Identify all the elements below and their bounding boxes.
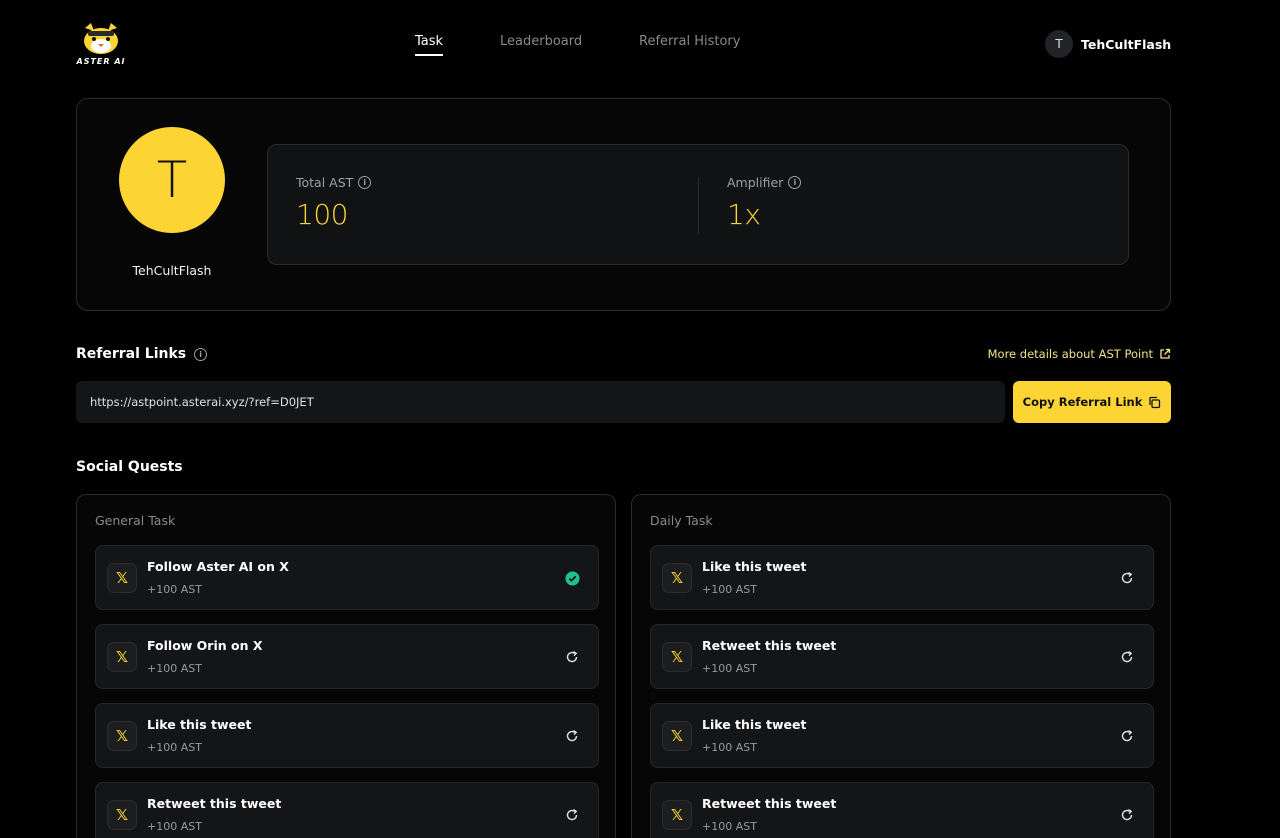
task-reward: +100 AST (702, 583, 757, 596)
task-title: Like this tweet (147, 717, 252, 732)
info-icon[interactable]: i (358, 176, 372, 189)
task-reward: +100 AST (147, 583, 202, 596)
task-row[interactable]: 𝕏 Like this tweet +100 AST (650, 545, 1154, 610)
logo-text: ASTER AI (76, 57, 126, 66)
daily-task-panel: Daily Task 𝕏 Like this tweet +100 AST 𝕏 Retw… (631, 494, 1171, 838)
task-title: Retweet this tweet (702, 638, 837, 653)
task-title: Like this tweet (702, 559, 807, 574)
daily-task-title: Daily Task (650, 513, 713, 528)
user-menu[interactable]: T TehCultFlash (1045, 30, 1171, 58)
refresh-icon[interactable] (1119, 728, 1135, 744)
task-row[interactable]: 𝕏 Retweet this tweet +100 AST (650, 782, 1154, 838)
referral-url-field[interactable]: https://astpoint.asterai.xyz/?ref=D0JET (76, 381, 1005, 423)
user-avatar: T (1045, 30, 1073, 58)
referral-links-heading: Referral Links i (76, 346, 208, 362)
task-row[interactable]: 𝕏 Retweet this tweet +100 AST (95, 782, 599, 838)
task-title: Follow Orin on X (147, 638, 263, 653)
x-logo-icon: 𝕏 (107, 721, 137, 751)
stat-label-amplifier: Amplifier (727, 175, 784, 190)
stat-label-total-ast: Total AST (296, 175, 354, 190)
refresh-icon[interactable] (564, 728, 580, 744)
info-icon[interactable]: i (194, 347, 208, 361)
more-details-link[interactable]: More details about AST Point (988, 347, 1171, 361)
stat-value-total-ast: 100 (296, 198, 348, 231)
user-name: TehCultFlash (1081, 36, 1172, 52)
referral-links-title: Referral Links (76, 346, 187, 362)
nav-tab-task[interactable]: Task (415, 34, 444, 56)
copy-referral-button[interactable]: Copy Referral Link (1013, 381, 1171, 423)
nav-tab-referral-history[interactable]: Referral History (639, 34, 740, 49)
nav-tab-leaderboard[interactable]: Leaderboard (500, 34, 582, 49)
task-reward: +100 AST (147, 820, 202, 833)
refresh-icon[interactable] (1119, 570, 1135, 586)
profile-avatar: T (119, 127, 225, 233)
x-logo-icon: 𝕏 (662, 800, 692, 830)
stat-divider (698, 177, 699, 233)
info-icon[interactable]: i (788, 176, 802, 189)
page: ASTER AI Task Leaderboard Referral Histo… (0, 0, 1280, 838)
social-quests-heading: Social Quests (76, 459, 183, 475)
more-details-label: More details about AST Point (987, 347, 1153, 361)
x-logo-icon: 𝕏 (662, 563, 692, 593)
task-reward: +100 AST (147, 741, 202, 754)
header: ASTER AI Task Leaderboard Referral Histo… (0, 0, 1280, 88)
task-reward: +100 AST (702, 662, 757, 675)
profile-card: T TehCultFlash Total AST i 100 Amplifier… (76, 98, 1171, 311)
general-task-title: General Task (95, 513, 176, 528)
task-row[interactable]: 𝕏 Like this tweet +100 AST (650, 703, 1154, 768)
copy-icon (1149, 396, 1161, 408)
stat-amplifier: Amplifier i 1x (727, 175, 802, 231)
refresh-icon[interactable] (564, 807, 580, 823)
check-circle-icon (564, 570, 580, 586)
task-title: Follow Aster AI on X (147, 559, 289, 574)
x-logo-icon: 𝕏 (107, 800, 137, 830)
task-row[interactable]: 𝕏 Follow Aster AI on X +100 AST (95, 545, 599, 610)
x-logo-icon: 𝕏 (107, 642, 137, 672)
x-logo-icon: 𝕏 (107, 563, 137, 593)
refresh-icon[interactable] (1119, 649, 1135, 665)
task-reward: +100 AST (702, 820, 757, 833)
task-title: Retweet this tweet (147, 796, 282, 811)
task-title: Like this tweet (702, 717, 807, 732)
copy-referral-label: Copy Referral Link (1022, 395, 1143, 409)
refresh-icon[interactable] (564, 649, 580, 665)
task-row[interactable]: 𝕏 Retweet this tweet +100 AST (650, 624, 1154, 689)
external-link-icon (1160, 348, 1171, 359)
task-row[interactable]: 𝕏 Follow Orin on X +100 AST (95, 624, 599, 689)
x-logo-icon: 𝕏 (662, 721, 692, 751)
x-logo-icon: 𝕏 (662, 642, 692, 672)
task-reward: +100 AST (702, 741, 757, 754)
general-task-panel: General Task 𝕏 Follow Aster AI on X +100 A… (76, 494, 616, 838)
profile-name: TehCultFlash (132, 263, 212, 278)
stats-box: Total AST i 100 Amplifier i 1x (267, 144, 1129, 265)
stat-total-ast: Total AST i 100 (296, 175, 372, 231)
task-row[interactable]: 𝕏 Like this tweet +100 AST (95, 703, 599, 768)
stat-value-amplifier: 1x (727, 198, 761, 231)
social-quests-title: Social Quests (76, 459, 183, 475)
task-title: Retweet this tweet (702, 796, 837, 811)
refresh-icon[interactable] (1119, 807, 1135, 823)
task-reward: +100 AST (147, 662, 202, 675)
